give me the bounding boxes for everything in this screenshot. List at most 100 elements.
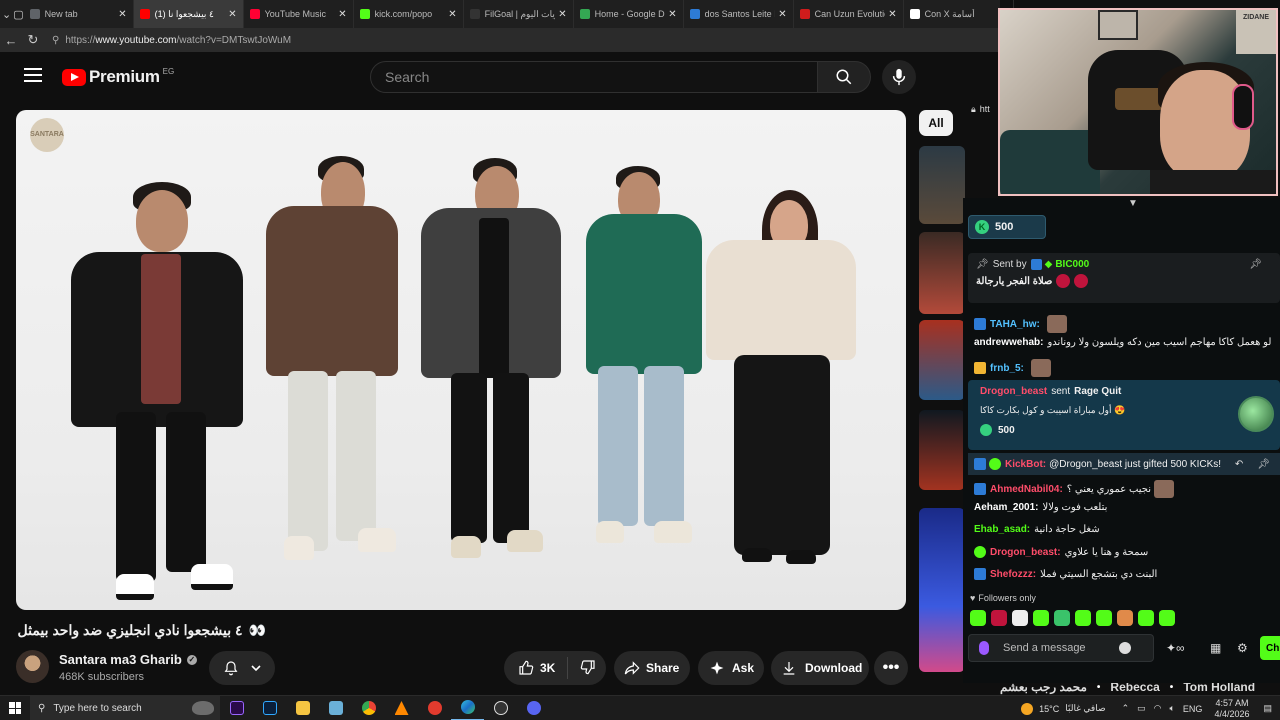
emote-icon[interactable]	[1138, 610, 1154, 626]
premiere-app-icon[interactable]	[220, 696, 253, 720]
youtube-premium-logo[interactable]: Premium EG	[62, 67, 174, 87]
search-input[interactable]	[385, 69, 817, 85]
tab-close-icon[interactable]: ✕	[778, 9, 786, 20]
clock[interactable]: 4:57 AM 4/4/2026	[1214, 698, 1249, 720]
menu-icon[interactable]	[24, 68, 42, 82]
chat-username[interactable]: andrewwehab:	[974, 337, 1043, 348]
emote-icon[interactable]	[1096, 610, 1112, 626]
send-chat-button[interactable]: Ch	[1260, 636, 1280, 660]
video-player[interactable]: SANTARA	[16, 110, 906, 610]
emote-tools-icon[interactable]: ✦∞	[1166, 641, 1185, 655]
obs-app-icon[interactable]	[484, 696, 517, 720]
settings-gear-icon[interactable]: ⚙	[1237, 641, 1248, 655]
browser-tab[interactable]: dos Santos Leite Ico✕	[684, 0, 794, 28]
tray-overflow-icon[interactable]: ⌃	[1122, 703, 1130, 714]
chat-username[interactable]: AhmedNabil04:	[990, 484, 1063, 495]
tab-close-icon[interactable]: ✕	[118, 9, 126, 20]
browser-tab[interactable]: (1) ٤ بيشجعوا نا ✕	[133, 0, 244, 28]
emoji-picker-icon[interactable]	[1119, 642, 1131, 654]
vlc-app-icon[interactable]	[385, 696, 418, 720]
language-indicator[interactable]: ENG	[1183, 704, 1203, 714]
chat-username[interactable]: Ehab_asad:	[974, 524, 1030, 535]
emote-icon[interactable]	[991, 610, 1007, 626]
notepad-app-icon[interactable]	[319, 696, 352, 720]
chat-username[interactable]: frnb_5:	[990, 363, 1024, 374]
chat-text: شغل حاجة دانية	[1034, 524, 1100, 535]
tab-close-icon[interactable]: ✕	[668, 9, 676, 20]
reply-icon[interactable]: ↶	[1235, 459, 1243, 470]
tab-close-icon[interactable]: ✕	[338, 9, 346, 20]
taskbar-search[interactable]: ⚲ Type here to search	[30, 695, 220, 720]
kicks-goal-badge[interactable]: K 500	[968, 215, 1046, 239]
channel-name[interactable]: Santara ma3 Gharib ✓	[59, 652, 197, 667]
tab-favicon-icon	[29, 9, 40, 19]
discord-app-icon[interactable]	[517, 696, 550, 720]
chrome-app-icon[interactable]	[352, 696, 385, 720]
unpin-icon[interactable]: 📌︎	[1249, 259, 1262, 270]
suggested-thumbnail-3[interactable]	[919, 320, 965, 400]
tab-search-button[interactable]: ⌄	[2, 2, 11, 26]
pin-icon[interactable]: 📌︎	[1257, 459, 1270, 470]
search-button[interactable]	[817, 61, 871, 93]
reload-icon[interactable]: ↻	[22, 32, 44, 48]
suggested-thumbnail-2[interactable]	[919, 232, 965, 314]
tab-close-icon[interactable]: ✕	[888, 9, 896, 20]
wps-app-icon[interactable]	[418, 696, 451, 720]
share-button[interactable]: Share	[614, 651, 690, 685]
network-icon[interactable]: ▭	[1137, 703, 1146, 714]
wifi-icon[interactable]: ◠	[1154, 703, 1162, 714]
workspaces-button[interactable]: ▢	[13, 2, 23, 26]
emote-icon[interactable]	[1012, 610, 1028, 626]
volume-icon[interactable]: 🔈︎	[1170, 703, 1175, 714]
emote-icon[interactable]	[1033, 610, 1049, 626]
more-actions-button[interactable]: •••	[874, 651, 908, 685]
gift-sender[interactable]: Drogon_beast	[980, 386, 1047, 397]
tab-close-icon[interactable]: ✕	[558, 9, 566, 20]
wall-poster: ZIDANE	[1236, 10, 1276, 54]
chat-username[interactable]: Drogon_beast:	[990, 547, 1061, 558]
gift-card: Drogon_beast sent Rage Quit أول مباراة ا…	[968, 380, 1280, 450]
like-button[interactable]: 3K	[504, 657, 569, 679]
notifications-icon[interactable]: ▤	[1263, 703, 1272, 714]
browser-tab[interactable]: YouTube Music ✕	[244, 0, 354, 28]
browser-tab[interactable]: kick.com/popo ✕	[354, 0, 464, 28]
chat-message-input[interactable]	[1003, 642, 1113, 654]
site-info-icon[interactable]: ⚲	[52, 35, 59, 46]
emote-icon[interactable]	[1054, 610, 1070, 626]
chat-username[interactable]: TAHA_hw:	[990, 319, 1040, 330]
browser-tab[interactable]: Home - Google Dri ✕	[574, 0, 684, 28]
pinned-sender[interactable]: BIC000	[1055, 259, 1089, 270]
notification-bell-button[interactable]	[209, 651, 275, 685]
browser-tab[interactable]: FilGoal | مباريات اليوم✕	[464, 0, 574, 28]
photoshop-app-icon[interactable]	[253, 696, 286, 720]
emote-icon[interactable]	[1159, 610, 1175, 626]
browser-tab[interactable]: New tab ✕	[24, 0, 134, 28]
weather-widget[interactable]: 15°C صافي غالبًا	[1021, 702, 1106, 715]
chat-username[interactable]: Shefozzz:	[990, 569, 1036, 580]
emote-icon[interactable]	[1117, 610, 1133, 626]
chat-username[interactable]: Aeham_2001:	[974, 502, 1038, 513]
back-arrow-icon[interactable]: ←	[0, 33, 22, 48]
edge-app-icon[interactable]	[451, 696, 484, 720]
voice-search-button[interactable]	[882, 60, 916, 94]
dislike-button[interactable]	[568, 659, 596, 678]
file-explorer-icon[interactable]	[286, 696, 319, 720]
tab-close-icon[interactable]: ✕	[448, 9, 456, 20]
channel-avatar[interactable]	[16, 650, 49, 683]
suggested-thumbnail-4[interactable]	[919, 410, 965, 490]
ask-button[interactable]: Ask	[698, 651, 764, 685]
collapse-chevron-icon[interactable]: ▼	[1128, 198, 1138, 209]
kickbot-user[interactable]: KickBot:	[1005, 459, 1046, 470]
url-field[interactable]: ⚲ https://www.youtube.com/watch?v=DMTswt…	[52, 35, 291, 46]
browser-tab[interactable]: Can Uzun Evolution✕	[794, 0, 904, 28]
gift-box-icon[interactable]: ▦	[1210, 641, 1221, 655]
chip-all[interactable]: All	[919, 110, 953, 136]
emote-icon[interactable]	[1075, 610, 1091, 626]
suggested-thumbnail-1[interactable]	[919, 146, 965, 224]
suggested-thumbnail-5[interactable]	[919, 508, 965, 672]
download-button[interactable]: Download	[771, 651, 869, 685]
tab-close-icon[interactable]: ✕	[228, 9, 236, 20]
emote-icon[interactable]	[970, 610, 986, 626]
microphone-icon[interactable]	[979, 641, 989, 655]
start-button[interactable]	[0, 702, 30, 714]
